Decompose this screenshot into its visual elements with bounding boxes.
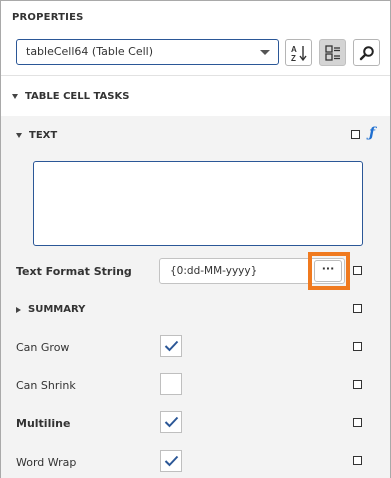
word-wrap-checkbox[interactable]	[160, 450, 182, 472]
can-grow-label: Can Grow	[16, 341, 70, 354]
property-marker-summary[interactable]	[353, 304, 362, 313]
search-icon	[359, 45, 374, 60]
svg-text:Z: Z	[291, 54, 296, 62]
section-label: TABLE CELL TASKS	[25, 91, 130, 102]
properties-panel: PROPERTIES tableCell64 (Table Cell) A Z	[0, 0, 391, 478]
multiline-label: Multiline	[16, 417, 71, 430]
checkmark-icon	[164, 455, 179, 467]
property-marker-text[interactable]	[351, 130, 360, 139]
categorized-icon	[324, 44, 340, 61]
word-wrap-label: Word Wrap	[16, 456, 77, 469]
multiline-checkbox[interactable]	[160, 411, 182, 433]
section-summary[interactable]: SUMMARY	[16, 304, 85, 315]
sort-alphabetical-button[interactable]: A Z	[285, 39, 312, 66]
can-shrink-label: Can Shrink	[16, 379, 76, 392]
property-marker-word-wrap[interactable]	[353, 456, 362, 465]
property-marker-can-shrink[interactable]	[353, 380, 362, 389]
sort-alpha-icon: A Z	[291, 45, 307, 62]
text-input-area[interactable]	[33, 161, 363, 246]
expand-triangle-icon	[12, 94, 18, 99]
text-format-string-label: Text Format String	[16, 265, 132, 278]
section-label: SUMMARY	[28, 304, 86, 315]
can-grow-checkbox[interactable]	[160, 335, 182, 357]
panel-title: PROPERTIES	[12, 12, 84, 23]
property-marker-can-grow[interactable]	[353, 342, 362, 351]
property-marker-format[interactable]	[353, 266, 362, 275]
fx-icon[interactable]: ƒ	[369, 125, 375, 141]
text-format-string-value: {0:dd-MM-yyyy}	[170, 265, 258, 277]
section-table-cell-tasks[interactable]: TABLE CELL TASKS	[12, 91, 129, 102]
object-selector-value: tableCell64 (Table Cell)	[26, 45, 153, 58]
expand-triangle-icon	[16, 133, 22, 138]
collapse-triangle-icon	[16, 306, 21, 313]
section-text[interactable]: TEXT	[16, 130, 57, 141]
search-button[interactable]	[353, 39, 380, 66]
highlight-box	[308, 252, 350, 290]
property-marker-multiline[interactable]	[353, 418, 362, 427]
checkmark-icon	[164, 340, 179, 352]
section-label: TEXT	[29, 130, 58, 141]
svg-text:A: A	[291, 45, 297, 54]
categorized-view-button[interactable]	[319, 39, 346, 66]
checkmark-icon	[164, 416, 179, 428]
chevron-down-icon[interactable]	[260, 50, 270, 55]
object-selector-dropdown[interactable]: tableCell64 (Table Cell)	[16, 39, 279, 65]
can-shrink-checkbox[interactable]	[160, 373, 182, 395]
divider	[1, 75, 390, 76]
